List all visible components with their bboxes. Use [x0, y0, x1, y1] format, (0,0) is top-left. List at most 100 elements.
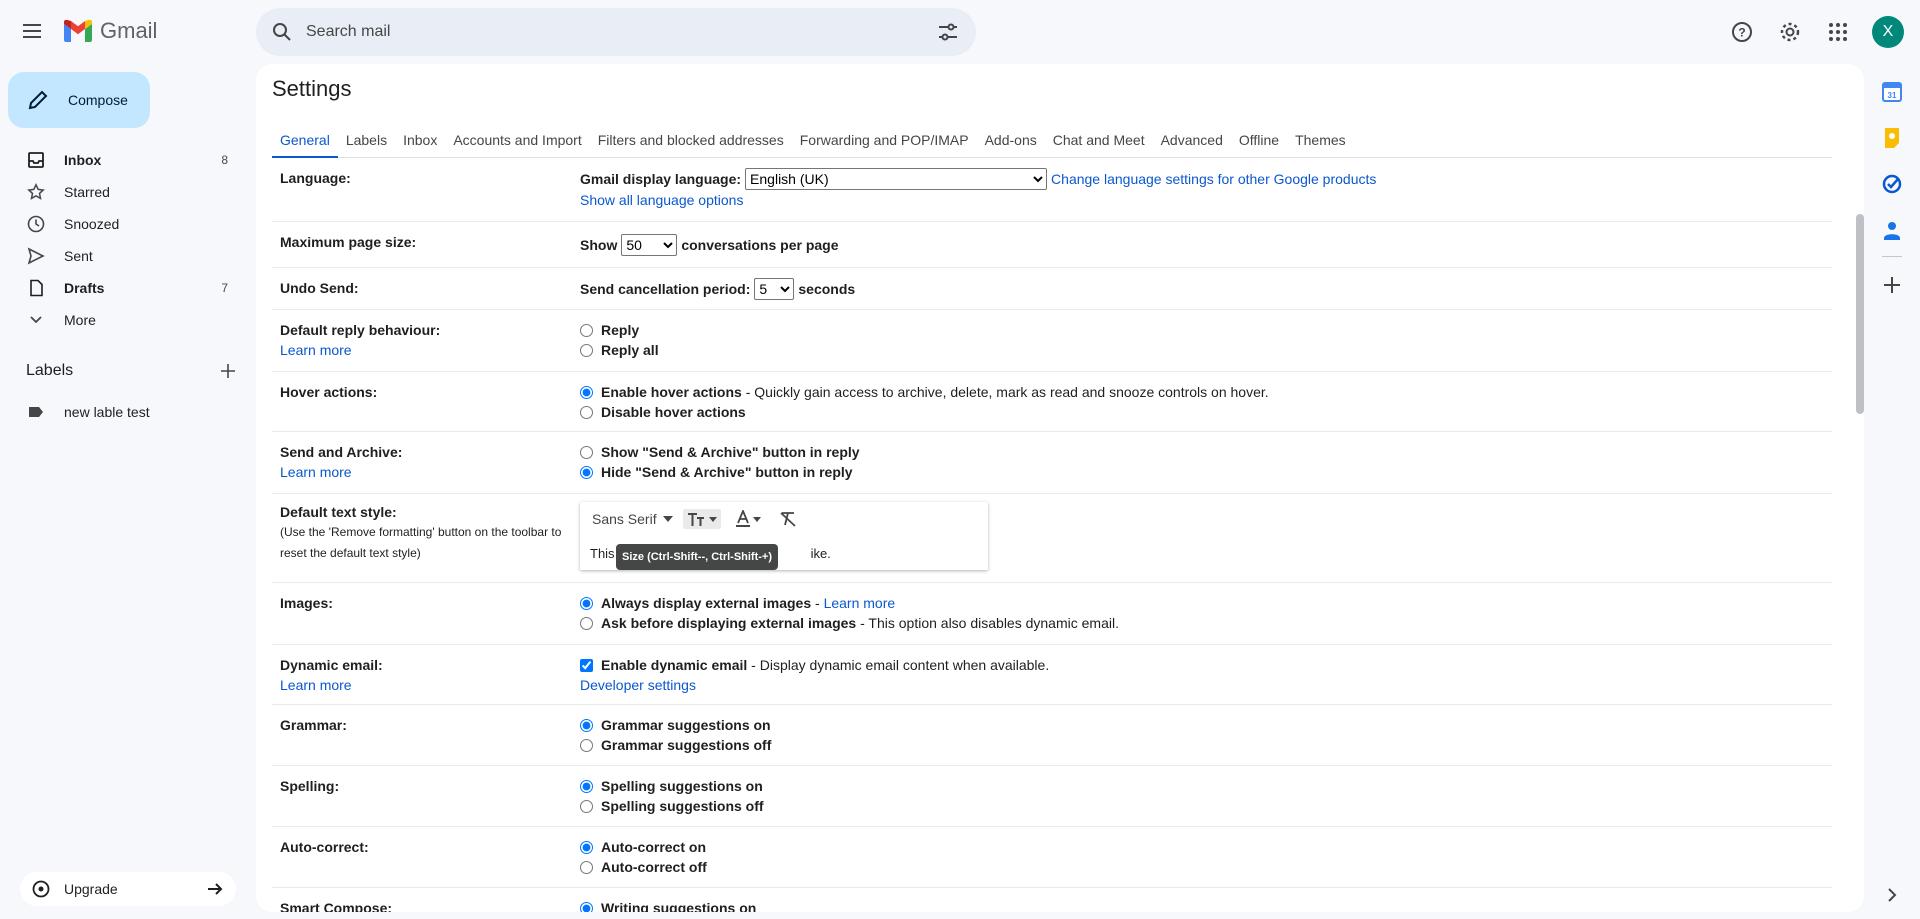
search-options-icon[interactable]: [936, 20, 960, 44]
setting-label: Auto-correct:: [280, 839, 369, 855]
keep-icon[interactable]: [1874, 120, 1910, 156]
spelling-on-radio[interactable]: [580, 779, 593, 793]
auto-correct-off-option[interactable]: Auto-correct off: [580, 857, 1832, 877]
remove-formatting-icon: [779, 512, 796, 527]
tab-add-ons[interactable]: Add-ons: [977, 122, 1045, 158]
label-tag-icon: [26, 402, 46, 422]
tab-advanced[interactable]: Advanced: [1153, 122, 1231, 158]
add-addon-icon[interactable]: [1874, 267, 1910, 303]
sidebar-item-more[interactable]: More: [0, 304, 240, 336]
scrollbar-thumb[interactable]: [1856, 214, 1864, 414]
setting-value: Show "Send & Archive" button in reply Hi…: [580, 442, 1832, 483]
google-apps-icon[interactable]: [1820, 14, 1856, 50]
auto-correct-on-radio[interactable]: [580, 840, 593, 854]
reply-option[interactable]: Reply: [580, 320, 1832, 340]
sidebar-item-starred[interactable]: Starred: [0, 176, 240, 208]
reply-all-radio[interactable]: [580, 343, 593, 357]
writing-suggestions-on-option[interactable]: Writing suggestions on: [580, 898, 1832, 912]
spelling-off-option[interactable]: Spelling suggestions off: [580, 796, 1832, 816]
setting-label: Send and Archive: Learn more: [272, 442, 580, 483]
contacts-icon[interactable]: [1874, 212, 1910, 248]
hide-send-archive-option[interactable]: Hide "Send & Archive" button in reply: [580, 462, 1832, 482]
setting-sub-text: (Use the 'Remove formatting' button on t…: [280, 525, 562, 560]
sidebar-item-inbox[interactable]: Inbox 8: [0, 144, 240, 176]
chevron-right-icon[interactable]: [1878, 881, 1906, 909]
sidebar-item-sent[interactable]: Sent: [0, 240, 240, 272]
writing-suggestions-on-radio[interactable]: [580, 901, 593, 912]
dynamic-email-option[interactable]: Enable dynamic email - Display dynamic e…: [580, 655, 1832, 675]
hide-send-archive-radio[interactable]: [580, 465, 593, 479]
setting-text-style: Default text style: (Use the 'Remove form…: [272, 494, 1832, 583]
svg-text:?: ?: [1738, 26, 1745, 40]
text-style-editor[interactable]: Sans Serif This ike. Size (Ctrl-Shift--, …: [580, 502, 988, 570]
setting-undo-send: Undo Send: Send cancellation period: 5 s…: [272, 268, 1832, 310]
change-language-link[interactable]: Change language settings for other Googl…: [1051, 169, 1376, 189]
tab-labels[interactable]: Labels: [338, 122, 395, 158]
gmail-logo[interactable]: Gmail: [64, 18, 157, 44]
search-bar[interactable]: [256, 8, 976, 56]
text-color-button[interactable]: [731, 508, 765, 530]
search-icon[interactable]: [270, 20, 294, 44]
display-language-label: Gmail display language:: [580, 171, 742, 187]
tab-offline[interactable]: Offline: [1231, 122, 1287, 158]
learn-more-link[interactable]: Learn more: [280, 340, 580, 360]
show-send-archive-radio[interactable]: [580, 445, 593, 459]
settings-scrollbar[interactable]: [1854, 154, 1864, 912]
sidebar-item-drafts[interactable]: Drafts 7: [0, 272, 240, 304]
sidebar-item-snoozed[interactable]: Snoozed: [0, 208, 240, 240]
grammar-on-radio[interactable]: [580, 718, 593, 732]
spelling-off-radio[interactable]: [580, 799, 593, 813]
main-menu-icon[interactable]: [20, 20, 44, 44]
tab-filters[interactable]: Filters and blocked addresses: [590, 122, 792, 158]
ask-before-images-radio[interactable]: [580, 616, 593, 630]
auto-correct-on-label: Auto-correct on: [601, 839, 706, 855]
tab-chat-and-meet[interactable]: Chat and Meet: [1045, 122, 1153, 158]
ask-before-images-option[interactable]: Ask before displaying external images - …: [580, 613, 1832, 633]
font-size-button[interactable]: [682, 509, 721, 529]
developer-settings-link[interactable]: Developer settings: [580, 675, 1832, 695]
dynamic-email-checkbox[interactable]: [580, 658, 593, 672]
enable-hover-desc: - Quickly gain access to archive, delete…: [741, 384, 1269, 400]
undo-send-select[interactable]: 5: [754, 277, 795, 300]
enable-hover-radio[interactable]: [580, 385, 593, 399]
disable-hover-option[interactable]: Disable hover actions: [580, 402, 1832, 422]
tab-general[interactable]: General: [272, 122, 338, 158]
page-size-suffix: conversations per page: [681, 236, 839, 253]
sidebar-item-label-new-lable-test[interactable]: new lable test: [0, 396, 240, 428]
always-display-images-option[interactable]: Always display external images - Learn m…: [580, 593, 1832, 613]
page-size-select[interactable]: 50: [621, 233, 678, 256]
settings-gear-icon[interactable]: [1772, 14, 1808, 50]
auto-correct-on-option[interactable]: Auto-correct on: [580, 837, 1832, 857]
tab-themes[interactable]: Themes: [1287, 122, 1354, 158]
learn-more-link[interactable]: Learn more: [280, 462, 580, 482]
always-display-images-radio[interactable]: [580, 596, 593, 610]
reply-radio[interactable]: [580, 323, 593, 337]
learn-more-link[interactable]: Learn more: [824, 593, 896, 613]
calendar-icon[interactable]: 31: [1874, 74, 1910, 110]
enable-hover-option[interactable]: Enable hover actions - Quickly gain acce…: [580, 382, 1832, 402]
auto-correct-off-radio[interactable]: [580, 860, 593, 874]
preview-text-end: ike.: [810, 546, 831, 561]
disable-hover-radio[interactable]: [580, 405, 593, 419]
grammar-on-option[interactable]: Grammar suggestions on: [580, 715, 1832, 735]
show-all-languages-link[interactable]: Show all language options: [580, 190, 1832, 210]
grammar-off-radio[interactable]: [580, 738, 593, 752]
upgrade-button[interactable]: Upgrade: [20, 872, 236, 906]
tasks-icon[interactable]: [1874, 166, 1910, 202]
account-avatar[interactable]: X: [1872, 16, 1904, 48]
compose-button[interactable]: Compose: [8, 72, 150, 128]
learn-more-link[interactable]: Learn more: [280, 675, 580, 695]
show-send-archive-option[interactable]: Show "Send & Archive" button in reply: [580, 442, 1832, 462]
search-input[interactable]: [306, 23, 936, 41]
remove-formatting-button[interactable]: [775, 509, 801, 529]
reply-all-option[interactable]: Reply all: [580, 340, 1832, 360]
add-label-icon[interactable]: [220, 363, 236, 379]
tab-accounts-and-import[interactable]: Accounts and Import: [445, 122, 589, 158]
spelling-on-option[interactable]: Spelling suggestions on: [580, 776, 1832, 796]
tab-forwarding[interactable]: Forwarding and POP/IMAP: [792, 122, 977, 158]
font-family-select[interactable]: Sans Serif: [592, 509, 673, 529]
tab-inbox[interactable]: Inbox: [395, 122, 445, 158]
grammar-off-option[interactable]: Grammar suggestions off: [580, 735, 1832, 755]
language-select[interactable]: English (UK): [745, 168, 1048, 190]
help-icon[interactable]: ?: [1724, 14, 1760, 50]
